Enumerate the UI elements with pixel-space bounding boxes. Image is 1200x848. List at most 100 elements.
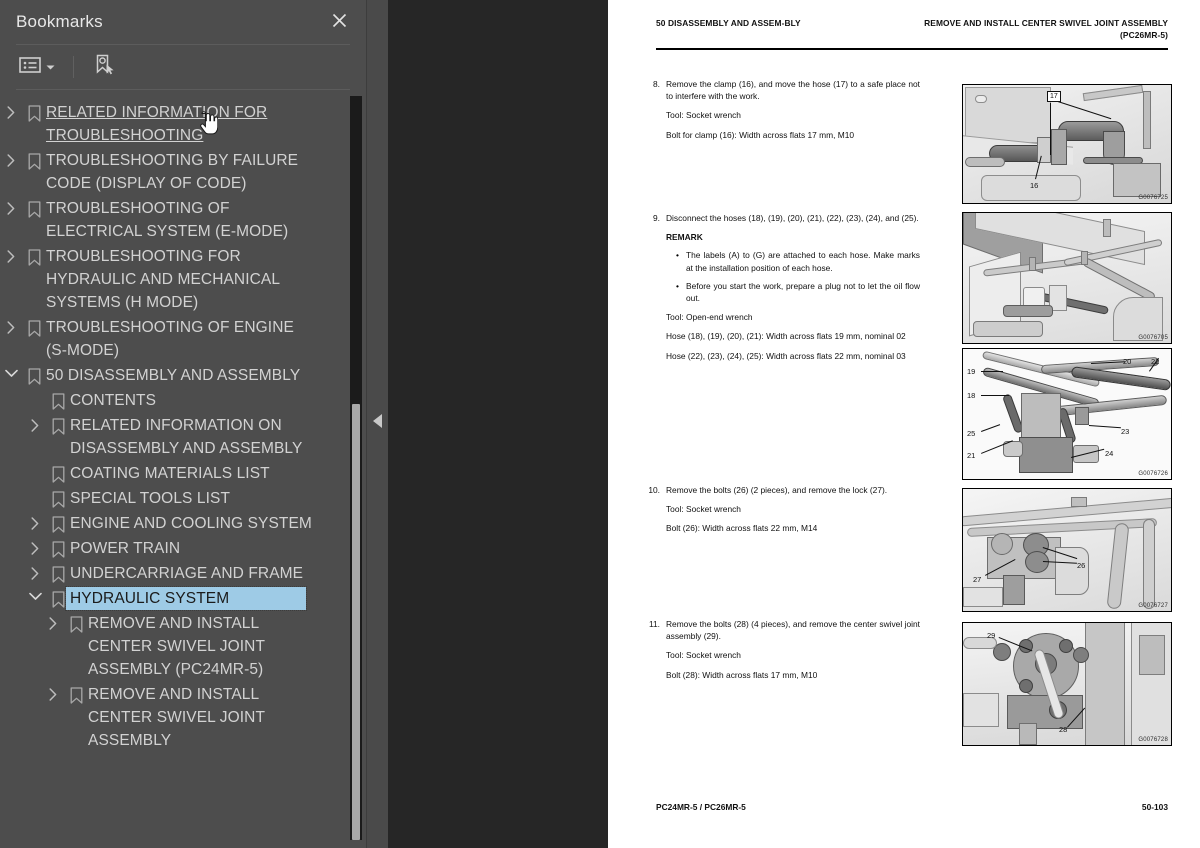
chevron-right-icon[interactable]	[0, 101, 22, 119]
figure-2-image: G0076705	[963, 213, 1171, 343]
chevron-right-icon[interactable]	[24, 512, 46, 530]
figure-4-callout-26: 26	[1077, 561, 1086, 570]
document-viewer: 50 DISASSEMBLY AND ASSEM-BLY REMOVE AND …	[388, 0, 1200, 848]
chevron-down-icon[interactable]	[24, 587, 46, 601]
new-bookmark-icon	[92, 53, 116, 82]
bookmark-icon	[22, 316, 46, 337]
bookmark-label[interactable]: REMOVE AND INSTALL CENTER SWIVEL JOINT A…	[88, 612, 328, 681]
bookmark-label[interactable]: TROUBLESHOOTING BY FAILURE CODE (DISPLAY…	[46, 149, 328, 195]
bookmark-label[interactable]: 50 DISASSEMBLY AND ASSEMBLY	[46, 364, 328, 387]
figure-1-code: G0076725	[1138, 195, 1168, 201]
bookmark-item[interactable]: TROUBLESHOOTING OF ELECTRICAL SYSTEM (E-…	[0, 196, 366, 244]
figure-2-code: G0076705	[1138, 335, 1168, 341]
bookmark-item[interactable]: SPECIAL TOOLS LIST	[0, 486, 366, 511]
bookmark-label[interactable]: HYDRAULIC SYSTEM	[65, 586, 307, 611]
step-9-line-1: Disconnect the hoses (18), (19), (20), (…	[666, 213, 919, 223]
bookmark-icon	[46, 562, 70, 583]
bookmark-item[interactable]: RELATED INFORMATION ON DISASSEMBLY AND A…	[0, 413, 366, 461]
step-9-number: 9.	[653, 213, 660, 223]
bookmarks-scrollbar[interactable]	[350, 96, 362, 840]
step-9-bullet-1-text: The labels (A) to (G) are attached to ea…	[686, 250, 920, 273]
chevron-right-icon[interactable]	[24, 562, 46, 580]
bookmark-item[interactable]: COATING MATERIALS LIST	[0, 461, 366, 486]
figure-1-image: 17 16 G0076725	[963, 85, 1171, 203]
bookmark-label[interactable]: TROUBLESHOOTING OF ELECTRICAL SYSTEM (E-…	[46, 197, 328, 243]
bookmarks-panel: Bookmarks RELATED INFORMATION FOR TROUBL…	[0, 0, 366, 848]
new-bookmark-button[interactable]	[89, 50, 119, 85]
bookmark-item[interactable]: CONTENTS	[0, 388, 366, 413]
bookmark-item[interactable]: REMOVE AND INSTALL CENTER SWIVEL JOINT A…	[0, 682, 366, 753]
page-footer-left: PC24MR-5 / PC26MR-5	[656, 802, 746, 812]
bookmark-label[interactable]: RELATED INFORMATION FOR TROUBLESHOOTING	[46, 101, 328, 147]
step-11-text: 11. Remove the bolts (28) (4 pieces), an…	[638, 618, 928, 681]
bookmark-item[interactable]: TROUBLESHOOTING BY FAILURE CODE (DISPLAY…	[0, 148, 366, 196]
chevron-right-icon[interactable]	[24, 537, 46, 555]
bookmarks-scrollbar-thumb[interactable]	[352, 404, 360, 840]
bookmark-label[interactable]: RELATED INFORMATION ON DISASSEMBLY AND A…	[70, 414, 332, 460]
bookmark-item[interactable]: 50 DISASSEMBLY AND ASSEMBLY	[0, 363, 366, 388]
bookmarks-toolbar	[0, 45, 366, 89]
panel-divider[interactable]	[366, 0, 388, 848]
bookmark-icon	[46, 414, 70, 435]
bookmark-item[interactable]: REMOVE AND INSTALL CENTER SWIVEL JOINT A…	[0, 611, 366, 682]
bookmark-item[interactable]: HYDRAULIC SYSTEM	[0, 586, 366, 611]
tree-indent-spacer	[24, 487, 46, 492]
bookmark-item[interactable]: TROUBLESHOOTING OF ENGINE (S-MODE)	[0, 315, 366, 363]
bookmark-icon	[46, 389, 70, 410]
step-11-line-1: Remove the bolts (28) (4 pieces), and re…	[666, 619, 920, 642]
bookmarks-tree[interactable]: RELATED INFORMATION FOR TROUBLESHOOTING T…	[0, 92, 366, 848]
bookmark-icon	[64, 683, 88, 704]
bookmark-icon	[46, 512, 70, 533]
step-9-bullet-1: • The labels (A) to (G) are attached to …	[666, 249, 920, 273]
bookmark-item[interactable]: ENGINE AND COOLING SYSTEM	[0, 511, 366, 536]
bullet-dot: •	[676, 280, 679, 291]
figure-3-image: 19 18 25 21 20 22 23 24	[963, 349, 1171, 479]
bookmark-label[interactable]: SPECIAL TOOLS LIST	[70, 487, 332, 510]
pdf-page: 50 DISASSEMBLY AND ASSEM-BLY REMOVE AND …	[608, 0, 1200, 848]
bookmark-label[interactable]: REMOVE AND INSTALL CENTER SWIVEL JOINT A…	[88, 683, 328, 752]
chevron-right-icon[interactable]	[42, 612, 64, 630]
list-options-icon	[19, 56, 41, 79]
figure-3-callout-25: 25	[967, 429, 976, 438]
bookmark-label[interactable]: UNDERCARRIAGE AND FRAME	[70, 562, 332, 585]
page-header-left: 50 DISASSEMBLY AND ASSEM-BLY	[656, 18, 801, 28]
page-footer-right: 50-103	[1141, 802, 1168, 812]
bookmark-item[interactable]: RELATED INFORMATION FOR TROUBLESHOOTING	[0, 100, 366, 148]
step-10-text: 10. Remove the bolts (26) (2 pieces), an…	[638, 484, 928, 535]
step-11-line-2: Tool: Socket wrench	[666, 650, 741, 661]
bullet-dot: •	[676, 250, 679, 261]
step-9-remark-label: REMARK	[666, 232, 703, 243]
step-9-bullet-2: • Before you start the work, prepare a p…	[666, 280, 920, 304]
figure-5-code: G0076728	[1138, 737, 1168, 743]
collapse-left-icon[interactable]	[373, 414, 382, 428]
step-11-line-3: Bolt (28): Width across flats 17 mm, M10	[666, 669, 818, 680]
close-icon[interactable]	[327, 9, 352, 35]
bookmark-item[interactable]: UNDERCARRIAGE AND FRAME	[0, 561, 366, 586]
bookmark-label[interactable]: TROUBLESHOOTING FOR HYDRAULIC AND MECHAN…	[46, 245, 328, 314]
page-header-rule	[656, 48, 1168, 50]
bookmark-label[interactable]: COATING MATERIALS LIST	[70, 462, 332, 485]
page-header: 50 DISASSEMBLY AND ASSEM-BLY REMOVE AND …	[656, 18, 1168, 41]
bookmark-item[interactable]: TROUBLESHOOTING FOR HYDRAULIC AND MECHAN…	[0, 244, 366, 315]
chevron-right-icon[interactable]	[42, 683, 64, 701]
figure-3-callout-24: 24	[1105, 449, 1114, 458]
chevron-right-icon[interactable]	[24, 414, 46, 432]
figure-g0076725: 17 16 G0076725	[962, 84, 1172, 204]
chevron-down-icon[interactable]	[0, 364, 22, 378]
pdf-reader-window: Bookmarks RELATED INFORMATION FOR TROUBL…	[0, 0, 1200, 848]
bookmark-label[interactable]: TROUBLESHOOTING OF ENGINE (S-MODE)	[46, 316, 328, 362]
page-header-right-line2: (PC26MR-5)	[1120, 29, 1168, 40]
figure-g0076727: 27 26 G0076727	[962, 488, 1172, 612]
chevron-down-icon	[46, 58, 55, 76]
figure-4-code: G0076727	[1138, 603, 1168, 609]
list-options-button[interactable]	[16, 53, 58, 82]
chevron-right-icon[interactable]	[0, 149, 22, 167]
bookmark-item[interactable]: POWER TRAIN	[0, 536, 366, 561]
chevron-right-icon[interactable]	[0, 316, 22, 334]
panel-title: Bookmarks	[16, 12, 103, 31]
bookmark-label[interactable]: ENGINE AND COOLING SYSTEM	[70, 512, 332, 535]
bookmark-label[interactable]: CONTENTS	[70, 389, 332, 412]
chevron-right-icon[interactable]	[0, 197, 22, 215]
bookmark-label[interactable]: POWER TRAIN	[70, 537, 332, 560]
chevron-right-icon[interactable]	[0, 245, 22, 263]
